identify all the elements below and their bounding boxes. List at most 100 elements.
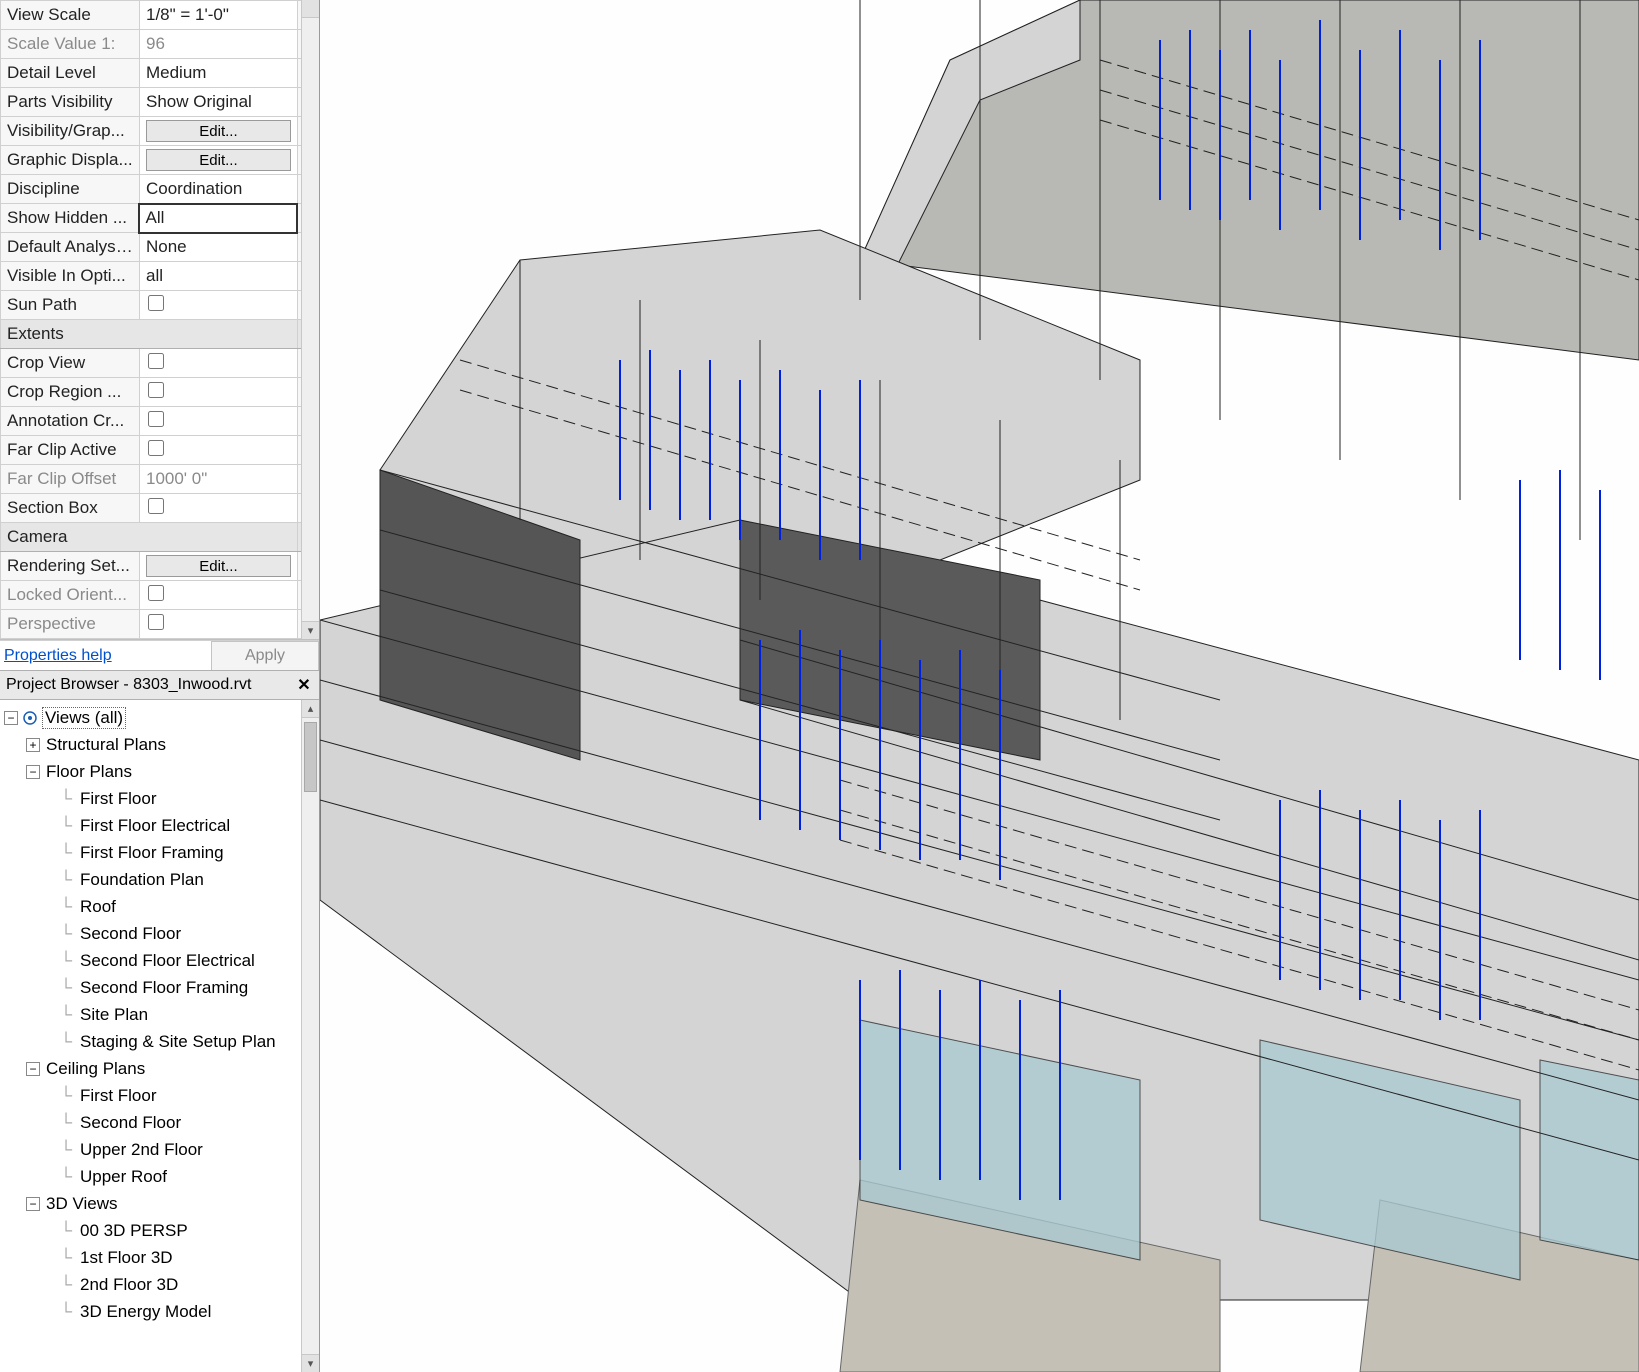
property-value[interactable] [139,349,297,378]
edit-button[interactable]: Edit... [146,149,291,171]
minus-icon[interactable]: − [26,765,40,779]
minus-icon[interactable]: − [26,1197,40,1211]
property-checkbox[interactable] [148,411,164,427]
tree-item[interactable]: └3D Energy Model [0,1298,319,1325]
tree-group[interactable]: −Ceiling Plans [0,1055,319,1082]
property-name: Visibility/Grap... [1,117,140,146]
tree-item[interactable]: └Second Floor Electrical [0,947,319,974]
property-value[interactable]: 1000' 0" [139,465,297,494]
edit-button[interactable]: Edit... [146,120,291,142]
property-value[interactable] [139,291,297,320]
property-value[interactable] [139,581,297,610]
property-name: View Scale [1,1,140,30]
tree-item[interactable]: └Foundation Plan [0,866,319,893]
tree-item[interactable]: └First Floor [0,1082,319,1109]
tree-root[interactable]: − Views (all) [0,704,319,731]
tree-branch-icon: └ [56,897,76,917]
properties-help-link[interactable]: Properties help [0,647,211,665]
minus-icon[interactable]: − [4,711,18,725]
property-name: Sun Path [1,291,140,320]
tree-item[interactable]: └Roof [0,893,319,920]
scroll-up-icon[interactable]: ▴ [302,700,319,718]
scroll-down-icon[interactable]: ▾ [302,1354,319,1372]
tree-item-label: First Floor Framing [78,843,226,863]
browser-scrollbar[interactable]: ▴ ▾ [301,700,319,1372]
tree-item[interactable]: └Upper Roof [0,1163,319,1190]
property-value[interactable]: All [139,204,297,233]
project-browser-tree: −Views (all)+Structural Plans−Floor Plan… [0,700,319,1372]
tree-group[interactable]: −3D Views [0,1190,319,1217]
tree-branch-icon: └ [56,1275,76,1295]
tree-item-label: 2nd Floor 3D [78,1275,180,1295]
plus-icon[interactable]: + [26,738,40,752]
tree-branch-icon: └ [56,1113,76,1133]
tree-branch-icon: └ [56,924,76,944]
property-value[interactable]: Edit... [139,146,297,175]
property-value[interactable]: Edit... [139,552,297,581]
tree-item[interactable]: └Site Plan [0,1001,319,1028]
property-checkbox[interactable] [148,382,164,398]
tree-group-label: 3D Views [44,1194,120,1214]
property-value[interactable] [139,494,297,523]
property-section[interactable]: Extents [1,320,298,349]
properties-scrollbar[interactable]: ▾ [301,0,319,639]
tree-item[interactable]: └Second Floor [0,1109,319,1136]
scroll-thumb[interactable] [304,722,317,792]
property-value[interactable] [139,378,297,407]
scroll-up-icon[interactable] [302,0,319,18]
property-checkbox[interactable] [148,614,164,630]
tree-item[interactable]: └Second Floor Framing [0,974,319,1001]
tree-branch-icon: └ [56,951,76,971]
property-value[interactable] [139,610,297,639]
property-section[interactable]: Camera [1,523,298,552]
tree-item[interactable]: └First Floor Electrical [0,812,319,839]
tree-item[interactable]: └First Floor [0,785,319,812]
tree-root-label: Views (all) [42,707,126,729]
property-name: Crop Region ... [1,378,140,407]
tree-branch-icon: └ [56,1167,76,1187]
property-value[interactable]: None [139,233,297,262]
property-value[interactable]: 96 [139,30,297,59]
property-value[interactable] [139,407,297,436]
edit-button[interactable]: Edit... [146,555,291,577]
close-icon[interactable]: ✕ [295,675,313,695]
tree-item[interactable]: └Second Floor [0,920,319,947]
tree-item[interactable]: └Staging & Site Setup Plan [0,1028,319,1055]
property-value[interactable]: Medium [139,59,297,88]
tree-item[interactable]: └Upper 2nd Floor [0,1136,319,1163]
property-value[interactable]: Edit... [139,117,297,146]
tree-item[interactable]: └First Floor Framing [0,839,319,866]
tree-item[interactable]: └1st Floor 3D [0,1244,319,1271]
property-checkbox[interactable] [148,295,164,311]
tree-group[interactable]: +Structural Plans [0,731,319,758]
model-viewport[interactable] [320,0,1639,1372]
apply-button[interactable]: Apply [211,641,319,671]
property-value[interactable]: Show Original [139,88,297,117]
property-value[interactable] [139,436,297,465]
property-value[interactable]: Coordination [139,175,297,204]
tree-group-label: Floor Plans [44,762,134,782]
property-value[interactable]: 1/8" = 1'-0" [139,1,297,30]
minus-icon[interactable]: − [26,1062,40,1076]
tree-item-label: First Floor [78,789,159,809]
property-value[interactable]: all [139,262,297,291]
property-checkbox[interactable] [148,498,164,514]
tree-branch-icon: └ [56,1248,76,1268]
scroll-down-icon[interactable]: ▾ [302,621,319,639]
tree-group[interactable]: −Floor Plans [0,758,319,785]
tree-branch-icon: └ [56,1086,76,1106]
property-checkbox[interactable] [148,353,164,369]
tree-item[interactable]: └00 3D PERSP [0,1217,319,1244]
tree-item[interactable]: └2nd Floor 3D [0,1271,319,1298]
views-icon [22,710,38,726]
property-name: Rendering Set... [1,552,140,581]
tree-item-label: Roof [78,897,118,917]
tree-item-label: 3D Energy Model [78,1302,213,1322]
property-checkbox[interactable] [148,440,164,456]
property-name: Show Hidden ... [1,204,140,233]
tree-item-label: Foundation Plan [78,870,206,890]
property-checkbox[interactable] [148,585,164,601]
property-name: Parts Visibility [1,88,140,117]
tree-branch-icon: └ [56,1221,76,1241]
tree-item-label: 00 3D PERSP [78,1221,190,1241]
